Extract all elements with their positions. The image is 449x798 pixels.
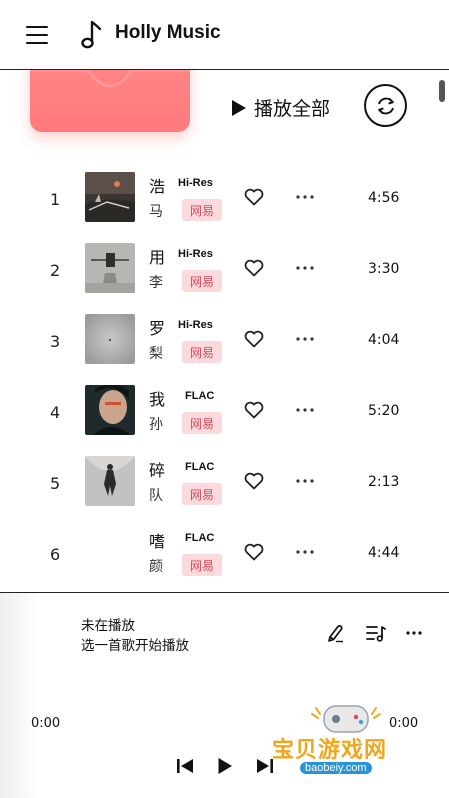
song-duration: 4:44 xyxy=(368,545,400,561)
song-duration: 3:30 xyxy=(368,261,400,277)
play-all-label: 播放全部 xyxy=(254,98,331,120)
heart-icon[interactable] xyxy=(244,543,264,561)
album-art xyxy=(85,456,135,506)
song-duration: 4:04 xyxy=(368,332,400,348)
refresh-button[interactable] xyxy=(364,84,407,127)
song-artist: 马 xyxy=(149,204,163,220)
skip-previous-icon[interactable] xyxy=(176,758,194,774)
play-icon xyxy=(232,99,246,116)
source-badge: 网易 xyxy=(182,341,222,363)
track-number: 5 xyxy=(50,474,61,493)
watermark-text: 宝贝游戏网 xyxy=(272,738,388,763)
quality-badge: FLAC xyxy=(185,390,215,402)
track-number: 3 xyxy=(50,332,61,351)
heart-icon[interactable] xyxy=(244,259,264,277)
list-item[interactable]: 4 我 孙 FLAC 网易 5:20 xyxy=(0,385,449,456)
current-time: 0:00 xyxy=(31,716,61,731)
quality-badge: Hi-Res xyxy=(178,248,213,260)
song-title: 浩 xyxy=(149,177,165,196)
track-number: 2 xyxy=(50,261,61,280)
now-playing-hint: 选一首歌开始播放 xyxy=(81,638,189,654)
watermark-url: baobeiy.com xyxy=(300,762,372,774)
album-art xyxy=(85,172,135,222)
refresh-icon xyxy=(377,97,394,114)
playlist-icon[interactable] xyxy=(366,624,386,642)
quality-badge: Hi-Res xyxy=(178,177,213,189)
more-dots-icon[interactable] xyxy=(296,195,314,199)
song-duration: 4:56 xyxy=(368,190,400,206)
track-number: 1 xyxy=(50,190,61,209)
song-artist: 梨 xyxy=(149,346,163,362)
quality-badge: FLAC xyxy=(185,461,215,473)
track-number: 4 xyxy=(50,403,61,422)
song-artist: 颜 xyxy=(149,559,163,575)
heart-icon[interactable] xyxy=(244,472,264,490)
list-item[interactable]: 5 碎 队 FLAC 网易 2:13 xyxy=(0,456,449,527)
scrollbar[interactable] xyxy=(439,80,445,102)
source-badge: 网易 xyxy=(182,270,222,292)
source-badge: 网易 xyxy=(182,554,222,576)
quality-badge: Hi-Res xyxy=(178,319,213,331)
track-number: 6 xyxy=(50,545,61,564)
song-title: 我 xyxy=(149,390,165,409)
pen-icon[interactable] xyxy=(326,623,344,643)
list-item[interactable]: 1 浩 马 Hi-Res 网易 4:56 xyxy=(0,172,449,243)
list-item[interactable]: 2 用 李 Hi-Res 网易 3:30 xyxy=(0,243,449,314)
more-dots-icon[interactable] xyxy=(296,550,314,554)
play-icon[interactable] xyxy=(217,757,233,775)
now-playing-status: 未在播放 xyxy=(81,618,135,634)
heart-icon[interactable] xyxy=(244,330,264,348)
more-dots-icon[interactable] xyxy=(406,631,422,635)
album-art xyxy=(85,314,135,364)
album-art xyxy=(85,243,135,293)
song-title: 碎 xyxy=(149,461,165,480)
album-art xyxy=(85,385,135,435)
heart-icon[interactable] xyxy=(244,401,264,419)
more-dots-icon[interactable] xyxy=(296,337,314,341)
more-dots-icon[interactable] xyxy=(296,408,314,412)
song-duration: 5:20 xyxy=(368,403,400,419)
song-title: 罗 xyxy=(149,319,165,338)
source-badge: 网易 xyxy=(182,199,222,221)
heart-icon[interactable] xyxy=(244,188,264,206)
album-art xyxy=(85,527,135,577)
hamburger-menu-icon[interactable] xyxy=(26,26,48,44)
song-list[interactable]: 播放全部 1 浩 马 Hi-Res 网易 4:56 2 用 李 Hi-Res 网… xyxy=(0,70,449,592)
more-dots-icon[interactable] xyxy=(296,266,314,270)
more-dots-icon[interactable] xyxy=(296,479,314,483)
play-all-button[interactable]: 播放全部 xyxy=(232,94,330,121)
app-title: Holly Music xyxy=(115,22,221,43)
list-item[interactable]: 6 嗜 颜 FLAC 网易 4:44 xyxy=(0,527,449,592)
song-artist: 队 xyxy=(149,488,163,504)
song-title: 嗜 xyxy=(149,532,165,551)
quality-badge: FLAC xyxy=(185,532,215,544)
source-badge: 网易 xyxy=(182,483,222,505)
playlist-cover[interactable] xyxy=(30,70,190,132)
app-header: Holly Music xyxy=(0,0,449,70)
song-artist: 孙 xyxy=(149,417,163,433)
song-duration: 2:13 xyxy=(368,474,400,490)
music-note-icon xyxy=(81,20,102,49)
source-badge: 网易 xyxy=(182,412,222,434)
list-item[interactable]: 3 罗 梨 Hi-Res 网易 4:04 xyxy=(0,314,449,385)
song-artist: 李 xyxy=(149,275,163,291)
player-fade xyxy=(0,593,40,798)
song-title: 用 xyxy=(149,248,165,267)
